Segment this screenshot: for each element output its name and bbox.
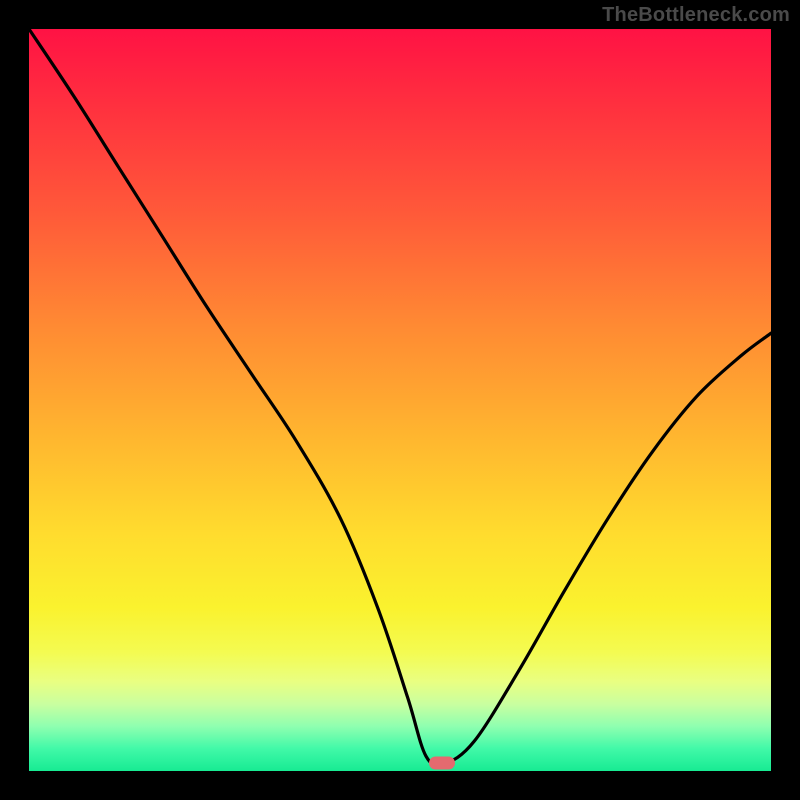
bottleneck-curve	[29, 29, 771, 771]
watermark-text: TheBottleneck.com	[602, 4, 790, 27]
chart-stage: TheBottleneck.com	[0, 0, 800, 800]
optimum-marker	[429, 756, 455, 769]
curve-path	[29, 29, 771, 765]
plot-area	[29, 29, 771, 771]
